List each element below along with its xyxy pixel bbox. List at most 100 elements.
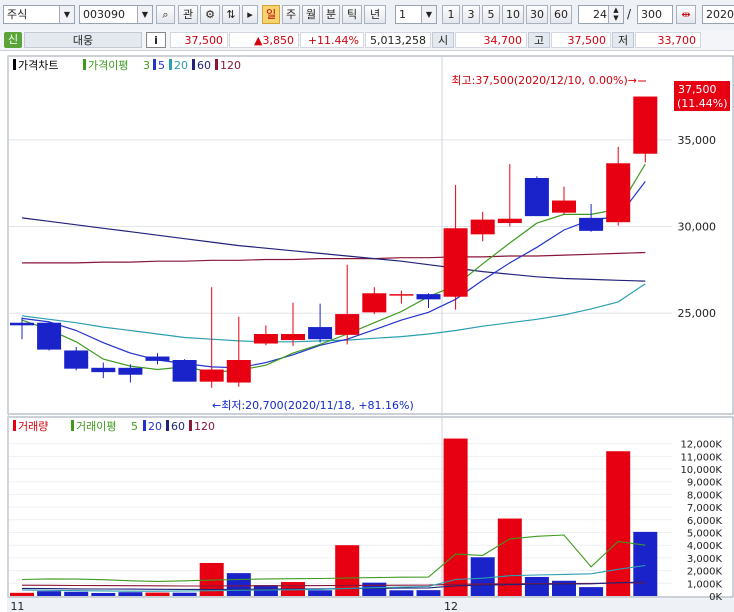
candle-body bbox=[416, 294, 441, 300]
volume-bar bbox=[91, 592, 116, 596]
date-value: 2020/ bbox=[706, 8, 734, 21]
volume-bar bbox=[308, 590, 333, 596]
interval-3-button[interactable]: 3 bbox=[462, 5, 480, 24]
legend-ma20: 20 bbox=[174, 59, 188, 72]
candle-body bbox=[606, 163, 631, 223]
open-label: 시 bbox=[432, 32, 454, 48]
interval-60-button[interactable]: 60 bbox=[550, 5, 572, 24]
legend-price-ma: 가격이평 bbox=[88, 59, 128, 72]
period-month-tab[interactable]: 월 bbox=[302, 5, 320, 24]
trade-volume: 5,013,258 bbox=[365, 32, 431, 48]
interval-30-button[interactable]: 30 bbox=[526, 5, 548, 24]
candle-body bbox=[199, 369, 224, 382]
more-button[interactable]: ▸ bbox=[242, 5, 258, 24]
stock-code-value: 003090 bbox=[83, 8, 125, 21]
zoom-reset-button[interactable]: ⇹ bbox=[676, 5, 696, 24]
x-axis-label: 12 bbox=[444, 600, 458, 612]
interval-value: 1 bbox=[399, 8, 406, 21]
current-price-tag-pct: (11.44%) bbox=[677, 97, 728, 110]
volume-axis-label: 3,000K bbox=[687, 554, 723, 565]
volume-bar bbox=[362, 582, 387, 596]
candle-body bbox=[64, 350, 89, 369]
gear-icon: ⚙ bbox=[205, 8, 215, 21]
view-count-stepper[interactable]: 24 ▲ ▼ bbox=[578, 5, 624, 24]
stock-chart[interactable]: 가격차트 가격이평 3 5 20 60 120 거래량 거래이평 5 20 60… bbox=[0, 50, 734, 612]
interval-1-button[interactable]: 1 bbox=[442, 5, 460, 24]
candle-body bbox=[362, 293, 387, 313]
volume-bar bbox=[226, 573, 251, 596]
toolbar: 주식 ▼ 003090 ▼ ⌕ 관 ⚙ ⇅ ▸ 일 주 월 분 틱 년 1 ▼ … bbox=[0, 0, 734, 31]
candle-body bbox=[524, 178, 549, 217]
volume-axis-label: 6,000K bbox=[687, 516, 723, 527]
candle-body bbox=[37, 322, 62, 350]
volume-bar bbox=[606, 451, 631, 596]
candle-body bbox=[308, 327, 333, 340]
candle-body bbox=[335, 314, 360, 335]
volume-axis-label: 2,000K bbox=[687, 567, 723, 578]
period-minute-tab[interactable]: 분 bbox=[322, 5, 340, 24]
search-icon: ⌕ bbox=[162, 8, 169, 21]
chevron-down-icon: ▼ bbox=[421, 6, 436, 23]
candle-body bbox=[470, 219, 495, 235]
volume-axis-label: 8,000K bbox=[687, 490, 723, 501]
interest-button[interactable]: 관 bbox=[178, 5, 198, 24]
volume-axis-label: 10,000K bbox=[680, 465, 722, 476]
price-change-pct: +11.44% bbox=[300, 32, 364, 48]
volume-axis-label: 9,000K bbox=[687, 478, 723, 489]
x-axis-label: 11 bbox=[10, 600, 24, 612]
min-price-annotation: ←최저:20,700(2020/11/18, +81.16%) bbox=[212, 399, 414, 412]
volume-axis-label: 1,000K bbox=[687, 579, 723, 590]
candle-body bbox=[633, 96, 658, 154]
legend-price-chart: 가격차트 bbox=[18, 59, 58, 72]
price-change: ▲3,850 bbox=[229, 32, 299, 48]
info-button[interactable]: i bbox=[146, 32, 166, 48]
price-axis-label: 30,000 bbox=[678, 221, 717, 234]
updown-spinner[interactable]: ⇅ bbox=[222, 5, 240, 24]
stock-code-input[interactable]: 003090 ▼ bbox=[79, 5, 153, 24]
volume-axis-label: 0K bbox=[709, 592, 722, 603]
total-count-input[interactable]: 300 bbox=[637, 5, 673, 24]
high-label: 고 bbox=[528, 32, 550, 48]
legend-vma120: 120 bbox=[194, 420, 215, 433]
price-panel-frame bbox=[7, 55, 734, 415]
candle-body bbox=[497, 218, 522, 224]
stepper-arrows-icon: ▲ ▼ bbox=[608, 6, 623, 23]
interval-select[interactable]: 1 ▼ bbox=[395, 5, 437, 24]
volume-legend: 거래량 거래이평 5 20 60 120 bbox=[13, 420, 215, 433]
credit-badge: 신 bbox=[4, 32, 22, 48]
legend-vma5: 5 bbox=[131, 420, 138, 433]
search-button[interactable]: ⌕ bbox=[156, 5, 175, 24]
chevron-down-icon: ▼ bbox=[59, 6, 74, 23]
volume-bar bbox=[389, 590, 414, 596]
total-count-value: 300 bbox=[641, 8, 662, 21]
period-day-tab[interactable]: 일 bbox=[262, 5, 280, 24]
current-price: 37,500 bbox=[170, 32, 228, 48]
current-price-tag-value: 37,500 bbox=[678, 83, 717, 96]
market-type-select[interactable]: 주식 ▼ bbox=[3, 5, 75, 24]
volume-bar bbox=[416, 590, 441, 596]
candle-body bbox=[10, 322, 34, 326]
interval-5-button[interactable]: 5 bbox=[482, 5, 500, 24]
market-type-value: 주식 bbox=[7, 8, 28, 21]
legend-ma3: 3 bbox=[143, 59, 150, 72]
legend-ma120: 120 bbox=[220, 59, 241, 72]
volume-bar bbox=[118, 592, 143, 596]
chevron-down-icon: ▼ bbox=[137, 6, 152, 23]
period-tick-tab[interactable]: 틱 bbox=[342, 5, 362, 24]
spinner-icon: ⇅ bbox=[226, 8, 236, 21]
candle-body bbox=[145, 356, 170, 361]
volume-bar bbox=[524, 576, 549, 596]
settings-button[interactable]: ⚙ bbox=[200, 5, 220, 24]
open-price: 34,700 bbox=[455, 32, 527, 48]
legend-volume-ma: 거래이평 bbox=[76, 420, 116, 433]
date-input[interactable]: 2020/ bbox=[702, 5, 734, 24]
candle-body bbox=[552, 200, 576, 213]
high-price: 37,500 bbox=[551, 32, 611, 48]
low-label: 저 bbox=[612, 32, 634, 48]
period-week-tab[interactable]: 주 bbox=[282, 5, 300, 24]
legend-volume: 거래량 bbox=[18, 420, 48, 433]
interval-10-button[interactable]: 10 bbox=[502, 5, 524, 24]
period-year-tab[interactable]: 년 bbox=[364, 5, 386, 24]
volume-bar bbox=[145, 592, 170, 596]
price-legend: 가격차트 가격이평 3 5 20 60 120 bbox=[13, 59, 241, 72]
